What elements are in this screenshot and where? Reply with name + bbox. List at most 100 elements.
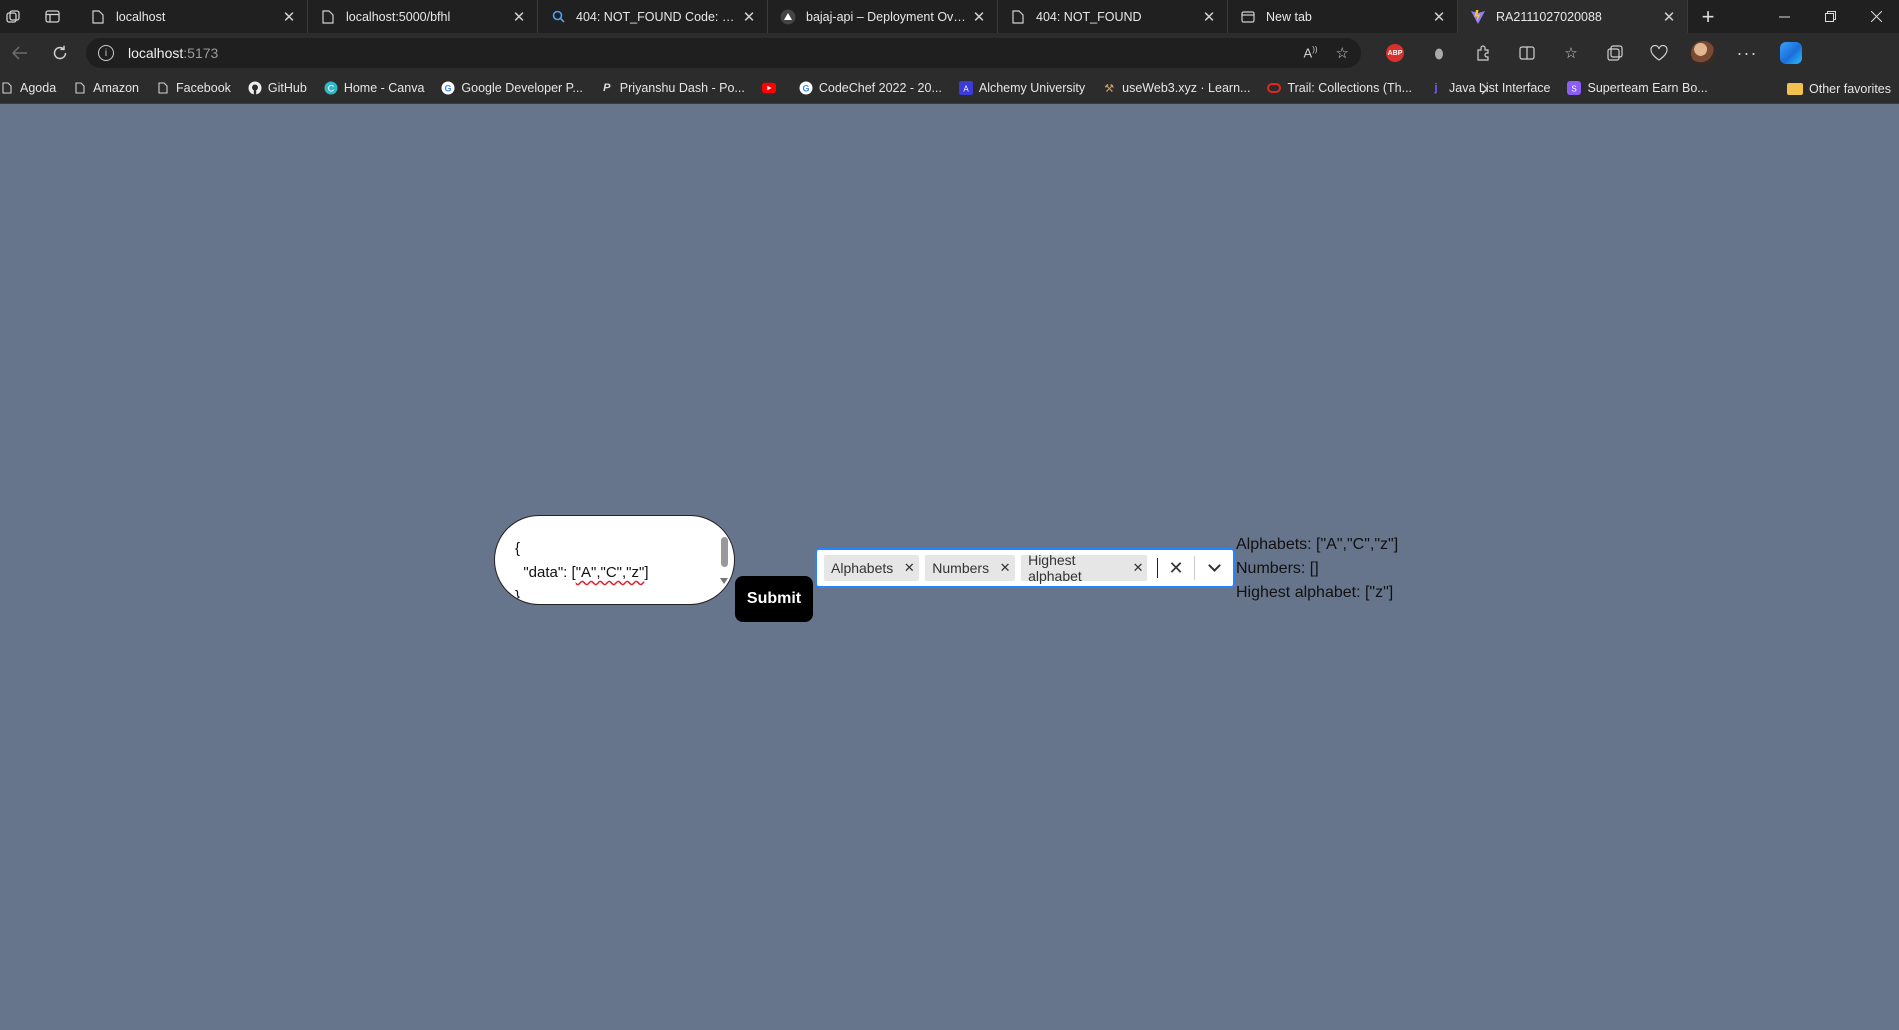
collections-icon[interactable]: [1593, 33, 1637, 73]
favorite-oracle-trail[interactable]: Trail: Collections (Th...: [1259, 73, 1421, 104]
tab-localhost[interactable]: localhost ✕: [78, 0, 308, 33]
result-highest-alphabet: Highest alphabet: ["z"]: [1236, 584, 1394, 601]
url-port: :5173: [183, 45, 219, 61]
favorite-google-developer[interactable]: G Google Developer P...: [433, 73, 591, 104]
address-bar[interactable]: i localhost :5173 A)) ☆: [86, 38, 1361, 68]
back-icon[interactable]: [0, 33, 40, 73]
favorite-java-list[interactable]: j Java List Interface: [1421, 73, 1559, 104]
favorite-amazon[interactable]: Amazon: [65, 73, 148, 104]
document-icon: [73, 81, 87, 95]
json-line-2-values: "A","C","z": [575, 564, 645, 581]
tab-title: 404: NOT_FOUND Code: NOT_F: [576, 9, 741, 24]
close-icon[interactable]: ✕: [281, 8, 297, 26]
close-window-icon[interactable]: [1853, 0, 1899, 33]
remove-chip-icon[interactable]: ✕: [899, 555, 919, 581]
tab-title: New tab: [1266, 9, 1312, 24]
textarea-scrollbar[interactable]: [717, 516, 732, 604]
tab-actions-icon[interactable]: [26, 0, 78, 33]
other-favorites-label: Other favorites: [1809, 81, 1891, 96]
close-icon[interactable]: ✕: [1201, 8, 1217, 26]
json-input-textarea[interactable]: { "data": ["A","C","z"] }: [494, 515, 735, 605]
close-icon[interactable]: ✕: [511, 8, 527, 26]
tab-404-not-found[interactable]: 404: NOT_FOUND ✕: [998, 0, 1228, 33]
favorite-facebook[interactable]: Facebook: [148, 73, 240, 104]
google-icon: G: [441, 81, 455, 95]
favorites-icon[interactable]: ☆: [1549, 33, 1593, 73]
favorite-star-icon[interactable]: ☆: [1336, 44, 1349, 62]
favorite-alchemy[interactable]: A Alchemy University: [951, 73, 1094, 104]
filter-multiselect[interactable]: Alphabets ✕ Numbers ✕ Highest alphabet ✕…: [815, 548, 1235, 588]
refresh-icon[interactable]: [40, 33, 80, 73]
favorite-label: Alchemy University: [978, 81, 1086, 95]
favorite-portfolio[interactable]: P Priyanshu Dash - Po...: [592, 73, 754, 104]
browser-tab-strip: localhost ✕ localhost:5000/bfhl ✕ 404: N…: [0, 0, 1899, 33]
favorite-label: Superteam Earn Bo...: [1587, 81, 1708, 95]
close-icon[interactable]: ✕: [1661, 8, 1677, 26]
svg-text:G: G: [445, 84, 452, 94]
minimize-icon[interactable]: [1761, 0, 1807, 33]
tab-vercel-deployment[interactable]: bajaj-api – Deployment Overvie ✕: [768, 0, 998, 33]
tab-new-tab[interactable]: New tab ✕: [1228, 0, 1458, 33]
svg-text:A: A: [963, 85, 969, 94]
browser-essentials-icon[interactable]: [1637, 33, 1681, 73]
chip-highest-alphabet: Highest alphabet ✕: [1021, 552, 1148, 584]
remove-chip-icon[interactable]: ✕: [995, 555, 1015, 581]
site-info-icon[interactable]: i: [98, 45, 114, 61]
favorite-youtube[interactable]: [754, 73, 791, 104]
close-icon[interactable]: ✕: [971, 8, 987, 26]
avatar[interactable]: [1681, 33, 1725, 73]
copilot-icon[interactable]: [1769, 33, 1813, 73]
json-line-1: {: [515, 540, 521, 557]
submit-button[interactable]: Submit: [735, 576, 813, 622]
adblock-plus-icon[interactable]: ABP: [1373, 33, 1417, 73]
favorite-github[interactable]: GitHub: [240, 73, 316, 104]
portfolio-icon: P: [603, 82, 611, 94]
favorite-superteam[interactable]: S Superteam Earn Bo...: [1559, 73, 1716, 104]
workspaces-icon[interactable]: [0, 0, 26, 33]
tab-404-search[interactable]: 404: NOT_FOUND Code: NOT_F ✕: [538, 0, 768, 33]
newtab-icon: [1240, 9, 1256, 25]
favorite-label: GitHub: [267, 81, 307, 95]
scroll-down-icon[interactable]: [720, 578, 728, 584]
close-icon[interactable]: ✕: [741, 8, 757, 26]
other-favorites[interactable]: Other favorites: [1787, 73, 1891, 104]
restore-icon[interactable]: [1807, 0, 1853, 33]
superteam-icon: S: [1567, 81, 1582, 95]
favorite-canva[interactable]: C Home - Canva: [316, 73, 434, 104]
extension-bug-icon[interactable]: [1417, 33, 1461, 73]
favorite-label: Amazon: [93, 81, 140, 95]
tab-title: bajaj-api – Deployment Overvie: [806, 9, 971, 24]
extensions-puzzle-icon[interactable]: [1461, 33, 1505, 73]
document-icon: [0, 81, 14, 95]
new-tab-button[interactable]: +: [1688, 0, 1728, 33]
favorite-label: CodeChef 2022 - 20...: [818, 81, 942, 95]
chevron-right-icon[interactable]: [1481, 73, 1489, 104]
browser-extensions: ABP ☆ ···: [1373, 33, 1813, 73]
tools-icon: ⚒: [1104, 82, 1115, 95]
resize-handle-icon[interactable]: [723, 593, 733, 603]
scroll-up-icon[interactable]: [720, 519, 728, 525]
tab-active-app[interactable]: RA2111027020088 ✕: [1458, 0, 1688, 33]
result-numbers: Numbers: []: [1236, 560, 1319, 577]
selected-chips: Alphabets ✕ Numbers ✕ Highest alphabet ✕: [817, 552, 1158, 584]
dropdown-chevron-icon[interactable]: [1195, 550, 1233, 586]
more-menu-icon[interactable]: ···: [1725, 33, 1769, 73]
tab-localhost-bfhl[interactable]: localhost:5000/bfhl ✕: [308, 0, 538, 33]
svg-text:G: G: [802, 84, 809, 94]
clear-all-icon[interactable]: ✕: [1158, 550, 1194, 586]
favorite-agoda[interactable]: Agoda: [0, 73, 65, 104]
split-screen-icon[interactable]: [1505, 33, 1549, 73]
remove-chip-icon[interactable]: ✕: [1129, 555, 1147, 581]
tab-title: RA2111027020088: [1496, 9, 1602, 24]
read-aloud-icon[interactable]: A)): [1304, 45, 1318, 60]
json-line-2-suffix: ]: [644, 564, 649, 581]
favorite-codechef[interactable]: G CodeChef 2022 - 20...: [791, 73, 951, 104]
document-icon: [320, 9, 336, 25]
vite-icon: [1470, 9, 1486, 25]
close-icon[interactable]: ✕: [1431, 8, 1447, 26]
scroll-thumb[interactable]: [721, 537, 728, 567]
favorite-useweb3[interactable]: ⚒ useWeb3.xyz · Learn...: [1094, 73, 1259, 104]
favorites-bar: Agoda Amazon Facebook GitHub C Home - Ca…: [0, 73, 1899, 104]
youtube-icon: [761, 81, 776, 95]
chip-label: Alphabets: [831, 560, 894, 576]
